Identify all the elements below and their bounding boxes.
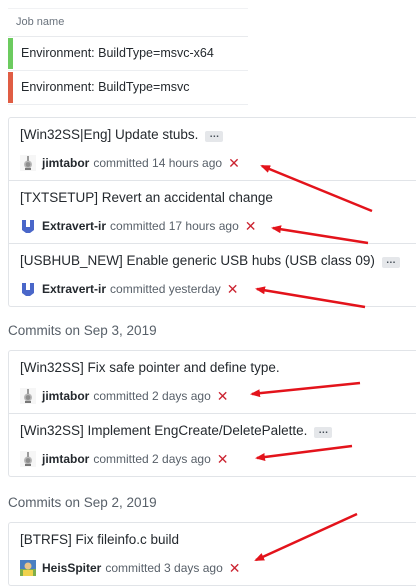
commit-meta: jimtabor committed 2 days ago ✕	[20, 387, 228, 405]
job-name: Environment: BuildType=msvc	[21, 80, 190, 94]
commit-message: [Win32SS] Implement EngCreate/DeletePale…	[20, 423, 308, 438]
expand-message-button[interactable]: …	[314, 426, 333, 438]
avatar-extravert-ir[interactable]	[20, 281, 36, 297]
job-name-column-header: Job name	[8, 8, 248, 37]
commit-time: committed 2 days ago	[93, 452, 211, 466]
commit-time: committed 2 days ago	[93, 389, 211, 403]
expand-message-button[interactable]: …	[381, 256, 400, 268]
job-status-bar-passed	[8, 38, 13, 69]
build-failed-icon[interactable]: ✕	[245, 219, 257, 233]
commit-author-link[interactable]: jimtabor	[42, 156, 89, 170]
commit-title-link[interactable]: [Win32SS] Fix safe pointer and define ty…	[20, 360, 280, 375]
commit-title-link[interactable]: [TXTSETUP] Revert an accidental change	[20, 190, 273, 205]
job-name: Environment: BuildType=msvc-x64	[21, 46, 214, 60]
commit-meta: HeisSpiter committed 3 days ago ✕	[20, 559, 241, 577]
avatar-jimtabor[interactable]	[20, 451, 36, 467]
commit-meta: Extravert-ir committed yesterday ✕	[20, 280, 238, 298]
commit-list: [Win32SS|Eng] Update stubs. … jimtabor co…	[8, 117, 416, 307]
commits-date-heading: Commits on Sep 3, 2019	[8, 323, 157, 338]
expand-message-button[interactable]: …	[205, 130, 224, 142]
avatar-heisspiter[interactable]	[20, 560, 36, 576]
commit-author-link[interactable]: Extravert-ir	[42, 282, 106, 296]
commit-item: [Win32SS] Implement EngCreate/DeletePale…	[9, 414, 416, 476]
commit-author-link[interactable]: HeisSpiter	[42, 561, 101, 575]
job-row-msvc[interactable]: Environment: BuildType=msvc	[8, 71, 248, 105]
commit-author-link[interactable]: jimtabor	[42, 452, 89, 466]
build-failed-icon[interactable]: ✕	[228, 156, 240, 170]
commit-list: [BTRFS] Fix fileinfo.c build HeisSpiter …	[8, 522, 416, 586]
build-failed-icon[interactable]: ✕	[217, 452, 229, 466]
commit-meta: jimtabor committed 2 days ago ✕	[20, 450, 228, 468]
commit-message: [BTRFS] Fix fileinfo.c build	[20, 532, 180, 547]
job-table: Job name Environment: BuildType=msvc-x64…	[8, 8, 248, 105]
job-row-msvc-x64[interactable]: Environment: BuildType=msvc-x64	[8, 37, 248, 71]
commit-author-link[interactable]: jimtabor	[42, 389, 89, 403]
commit-message: [TXTSETUP] Revert an accidental change	[20, 190, 273, 205]
commit-message: [Win32SS] Fix safe pointer and define ty…	[20, 360, 280, 375]
build-failed-icon[interactable]: ✕	[229, 561, 241, 575]
commit-item: [Win32SS|Eng] Update stubs. … jimtabor co…	[9, 118, 416, 181]
commit-time: committed yesterday	[110, 282, 221, 296]
commits-date-heading: Commits on Sep 2, 2019	[8, 495, 157, 510]
avatar-jimtabor[interactable]	[20, 388, 36, 404]
build-failed-icon[interactable]: ✕	[217, 389, 229, 403]
commit-meta: jimtabor committed 14 hours ago ✕	[20, 154, 240, 172]
commit-item: [BTRFS] Fix fileinfo.c build HeisSpiter …	[9, 523, 416, 585]
commit-time: committed 14 hours ago	[93, 156, 223, 170]
avatar-extravert-ir[interactable]	[20, 218, 36, 234]
commit-list: [Win32SS] Fix safe pointer and define ty…	[8, 350, 416, 477]
commit-time: committed 3 days ago	[105, 561, 223, 575]
commit-title-link[interactable]: [Win32SS] Implement EngCreate/DeletePale…	[20, 423, 333, 438]
commit-title-link[interactable]: [Win32SS|Eng] Update stubs. …	[20, 127, 224, 142]
commit-item: [USBHUB_NEW] Enable generic USB hubs (US…	[9, 244, 416, 306]
commit-item: [TXTSETUP] Revert an accidental change E…	[9, 181, 416, 244]
avatar-jimtabor[interactable]	[20, 155, 36, 171]
commit-message: [Win32SS|Eng] Update stubs.	[20, 127, 199, 142]
commit-meta: Extravert-ir committed 17 hours ago ✕	[20, 217, 257, 235]
commit-title-link[interactable]: [BTRFS] Fix fileinfo.c build	[20, 532, 179, 547]
commit-message: [USBHUB_NEW] Enable generic USB hubs (US…	[20, 253, 375, 268]
commit-time: committed 17 hours ago	[110, 219, 239, 233]
commit-item: [Win32SS] Fix safe pointer and define ty…	[9, 351, 416, 414]
commit-title-link[interactable]: [USBHUB_NEW] Enable generic USB hubs (US…	[20, 253, 400, 268]
build-failed-icon[interactable]: ✕	[227, 282, 239, 296]
job-status-bar-failed	[8, 72, 13, 103]
commit-author-link[interactable]: Extravert-ir	[42, 219, 106, 233]
